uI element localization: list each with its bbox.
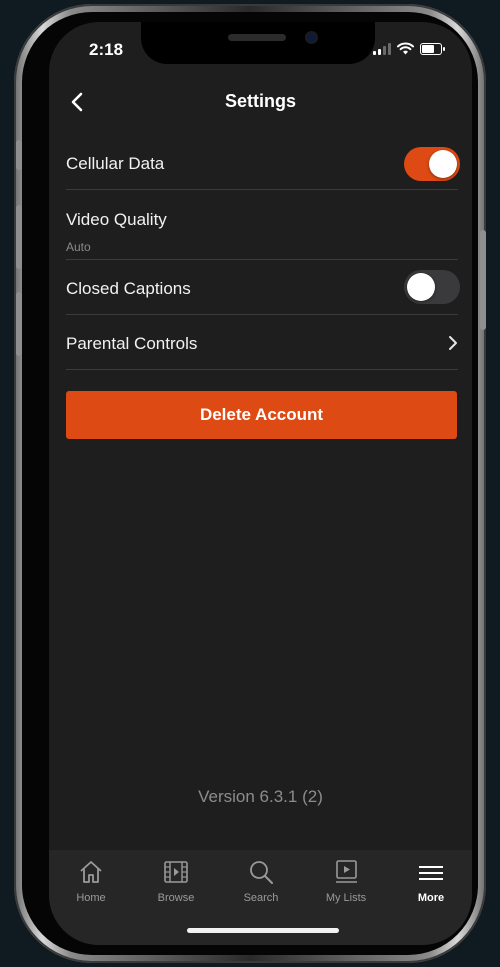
cellular-signal-icon xyxy=(373,43,391,55)
power-button xyxy=(480,230,486,330)
delete-account-button[interactable]: Delete Account xyxy=(66,391,457,439)
search-icon xyxy=(250,861,273,884)
tab-my-lists-label: My Lists xyxy=(325,892,367,904)
status-icons xyxy=(373,42,445,55)
closed-captions-toggle[interactable] xyxy=(404,270,460,304)
video-quality-label: Video Quality xyxy=(66,210,167,229)
cellular-data-row: Cellular Data xyxy=(66,134,460,190)
parental-controls-row[interactable]: Parental Controls xyxy=(66,315,458,370)
tab-browse[interactable]: Browse xyxy=(134,858,218,914)
video-quality-row[interactable]: Video Quality Auto xyxy=(66,190,458,260)
app-screen: 2:18 Settings Cellular Data Video Qualit… xyxy=(49,22,472,945)
tab-search[interactable]: Search xyxy=(219,858,303,914)
playlist-icon xyxy=(336,860,357,883)
status-time: 2:18 xyxy=(89,40,124,59)
parental-controls-label: Parental Controls xyxy=(66,334,198,353)
wifi-icon xyxy=(397,42,414,55)
cellular-data-toggle[interactable] xyxy=(404,147,460,181)
menu-icon xyxy=(419,866,443,880)
cellular-data-label: Cellular Data xyxy=(66,154,165,173)
film-icon xyxy=(164,861,188,883)
version-text: Version 6.3.1 (2) xyxy=(198,787,323,806)
closed-captions-row: Closed Captions xyxy=(66,260,460,315)
closed-captions-label: Closed Captions xyxy=(66,279,191,298)
settings-list: Cellular Data Video Quality Auto Closed … xyxy=(66,134,460,370)
nav-header: Settings xyxy=(49,82,472,122)
notch xyxy=(141,22,375,64)
tab-more[interactable]: More xyxy=(389,858,472,914)
video-quality-value: Auto xyxy=(66,240,91,254)
tab-more-label: More xyxy=(417,892,445,904)
tab-browse-label: Browse xyxy=(157,892,195,904)
tab-home-label: Home xyxy=(76,892,106,904)
page-title: Settings xyxy=(224,91,296,111)
speaker-grille xyxy=(228,34,286,41)
tab-my-lists[interactable]: My Lists xyxy=(304,858,388,914)
battery-icon xyxy=(420,43,445,55)
home-indicator xyxy=(187,928,339,933)
home-icon xyxy=(80,861,102,883)
front-camera xyxy=(307,33,316,42)
tab-search-label: Search xyxy=(243,892,279,904)
tab-home[interactable]: Home xyxy=(49,858,133,914)
chevron-right-icon xyxy=(449,336,457,350)
